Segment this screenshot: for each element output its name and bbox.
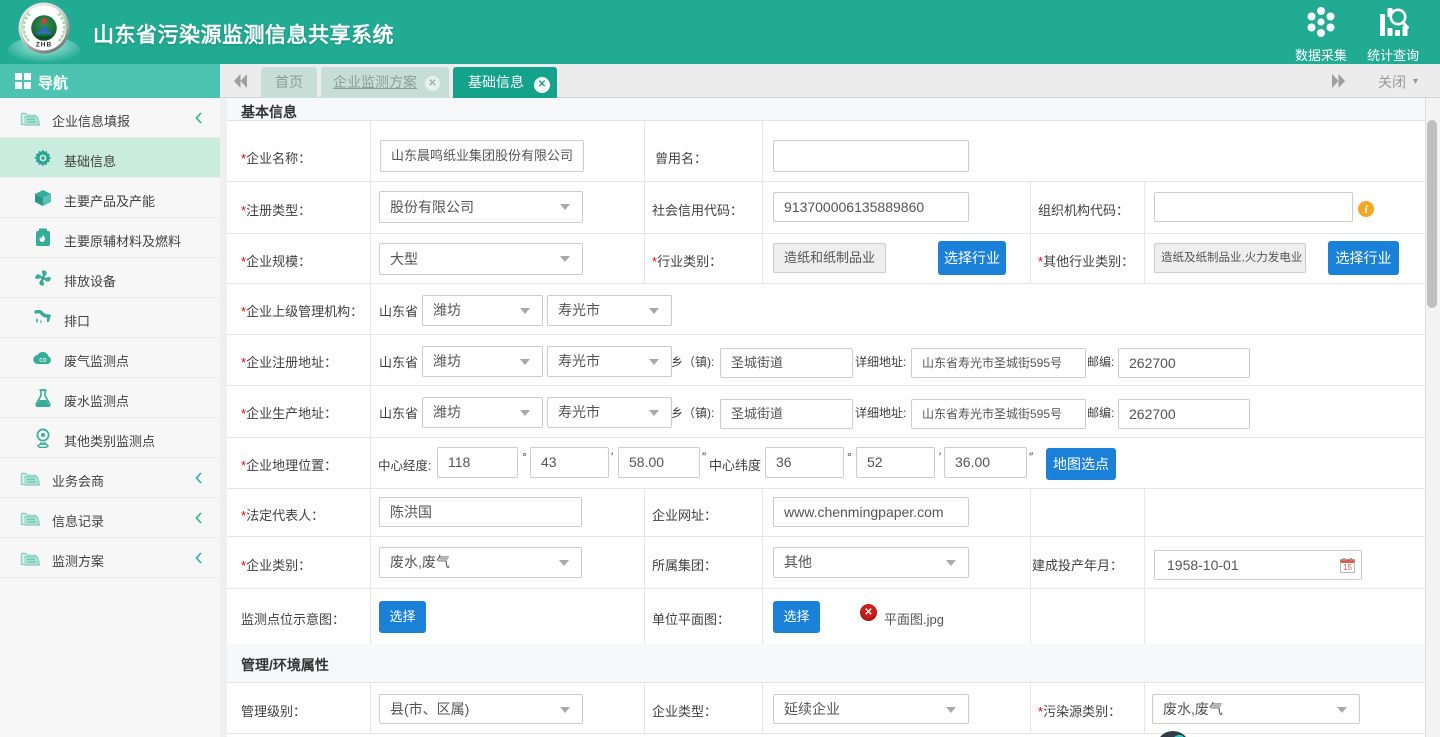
svg-text:ZHB: ZHB: [36, 42, 52, 49]
svg-text:co: co: [39, 357, 47, 364]
svg-text:15: 15: [1343, 563, 1352, 572]
